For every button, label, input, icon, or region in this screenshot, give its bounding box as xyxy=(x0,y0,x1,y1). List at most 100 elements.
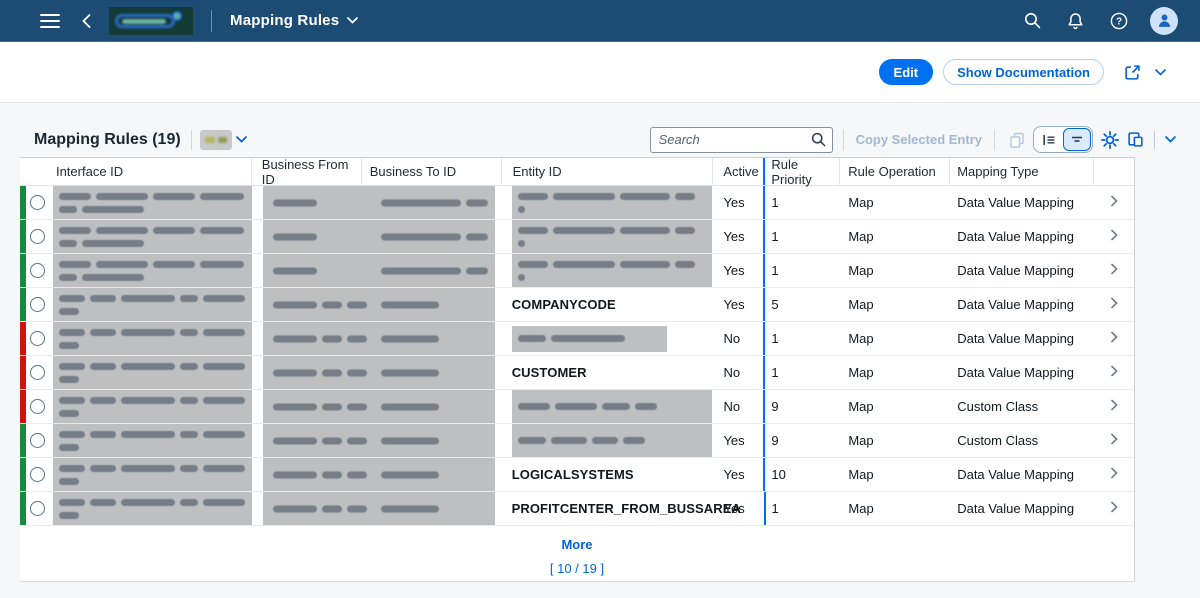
app-title-menu[interactable]: Mapping Rules xyxy=(230,12,358,29)
row-navigation-chevron-icon[interactable] xyxy=(1110,501,1118,516)
search-icon[interactable] xyxy=(1020,8,1045,33)
row-navigation-chevron-icon[interactable] xyxy=(1110,433,1118,448)
entity-id-text: LOGICALSYSTEMS xyxy=(512,467,634,482)
export-menu-chevron-icon[interactable] xyxy=(1161,133,1180,146)
table-row[interactable]: No9MapCustom Class xyxy=(20,390,1134,424)
table-row[interactable]: LOGICALSYSTEMSYes10MapData Value Mapping xyxy=(20,458,1134,492)
table-row[interactable]: Yes1MapData Value Mapping xyxy=(20,254,1134,288)
column-header-business-from-id[interactable]: Business From ID xyxy=(252,158,362,185)
cell-interface-id xyxy=(50,254,252,287)
header-actions-chevron-icon[interactable] xyxy=(1151,66,1170,79)
redaction-blobs xyxy=(59,465,246,472)
cell-select xyxy=(26,390,50,423)
table-row[interactable]: PROFITCENTER_FROM_BUSSAREAYes1MapData Va… xyxy=(20,492,1134,526)
cell-navigation xyxy=(1094,492,1134,525)
cell-mapping-type: Data Value Mapping xyxy=(950,492,1094,525)
more-button[interactable]: More xyxy=(561,537,592,552)
variant-chevron-icon[interactable] xyxy=(232,133,251,146)
cell-rule-operation: Map xyxy=(840,492,950,525)
row-navigation-chevron-icon[interactable] xyxy=(1110,297,1118,312)
collapse-groups-icon[interactable] xyxy=(1035,128,1063,151)
cell-mapping-type: Data Value Mapping xyxy=(950,220,1094,253)
row-select-radio[interactable] xyxy=(30,229,45,244)
edit-button[interactable]: Edit xyxy=(879,59,934,85)
cell-mapping-type: Data Value Mapping xyxy=(950,356,1094,389)
table-row[interactable]: Yes1MapData Value Mapping xyxy=(20,220,1134,254)
search-input[interactable] xyxy=(659,132,811,147)
column-header-active[interactable]: Active xyxy=(713,158,763,185)
cell-navigation xyxy=(1094,322,1134,355)
menu-icon[interactable] xyxy=(36,9,64,33)
row-select-radio[interactable] xyxy=(30,331,45,346)
search-field[interactable] xyxy=(650,127,833,153)
chevron-down-icon xyxy=(347,17,358,24)
user-avatar[interactable] xyxy=(1150,7,1178,35)
table-row[interactable]: Yes9MapCustom Class xyxy=(20,424,1134,458)
row-navigation-chevron-icon[interactable] xyxy=(1110,331,1118,346)
row-select-radio[interactable] xyxy=(30,297,45,312)
settings-gear-icon[interactable] xyxy=(1097,127,1123,153)
cell-entity-id: CUSTOMER xyxy=(502,356,714,389)
column-header-business-to-id[interactable]: Business To ID xyxy=(362,158,502,185)
export-icon[interactable] xyxy=(1123,127,1148,152)
row-navigation-chevron-icon[interactable] xyxy=(1110,467,1118,482)
row-select-radio[interactable] xyxy=(30,501,45,516)
cell-navigation xyxy=(1094,186,1134,219)
company-logo[interactable] xyxy=(109,7,193,35)
row-select-radio[interactable] xyxy=(30,263,45,278)
column-header-rule-priority[interactable]: Rule Priority xyxy=(763,158,840,185)
redacted-variant-chip[interactable] xyxy=(200,130,232,150)
redaction-blobs xyxy=(518,240,706,247)
copy-selected-entry-button[interactable]: Copy Selected Entry xyxy=(854,132,984,147)
redacted-interface-id xyxy=(53,186,252,219)
column-header-rule-operation[interactable]: Rule Operation xyxy=(840,158,950,185)
table-row[interactable]: COMPANYCODEYes5MapData Value Mapping xyxy=(20,288,1134,322)
cell-rule-priority: 10 xyxy=(763,458,840,491)
column-header-interface-id[interactable]: Interface ID xyxy=(50,158,252,185)
row-select-radio[interactable] xyxy=(30,433,45,448)
copy-icon[interactable] xyxy=(1005,128,1029,152)
cell-active: Yes xyxy=(714,492,764,525)
cell-active: Yes xyxy=(713,458,763,491)
search-magnifier-icon[interactable] xyxy=(811,132,826,147)
cell-rule-priority: 1 xyxy=(763,220,840,253)
row-navigation-chevron-icon[interactable] xyxy=(1110,229,1118,244)
row-navigation-chevron-icon[interactable] xyxy=(1110,399,1118,414)
column-header-mapping-type[interactable]: Mapping Type xyxy=(950,158,1094,185)
column-header-entity-id[interactable]: Entity ID xyxy=(502,158,714,185)
logo-redaction-dot xyxy=(172,11,182,21)
row-navigation-chevron-icon[interactable] xyxy=(1110,263,1118,278)
row-navigation-chevron-icon[interactable] xyxy=(1110,365,1118,380)
row-select-radio[interactable] xyxy=(30,365,45,380)
row-select-radio[interactable] xyxy=(30,399,45,414)
cell-select xyxy=(26,356,50,389)
redaction-blobs xyxy=(59,240,246,247)
cell-entity-id: PROFITCENTER_FROM_BUSSAREA xyxy=(502,492,714,525)
redaction-blobs xyxy=(518,403,706,410)
cell-interface-id xyxy=(50,356,252,389)
redaction-blobs xyxy=(381,403,439,410)
redaction-blobs xyxy=(381,471,439,478)
cell-business-from-to-id xyxy=(252,186,502,219)
redaction-blobs xyxy=(59,193,246,200)
group-mode-segmented-control xyxy=(1033,126,1093,153)
table-row[interactable]: No1MapData Value Mapping xyxy=(20,322,1134,356)
cell-business-from-to-id xyxy=(252,220,502,253)
show-documentation-button[interactable]: Show Documentation xyxy=(943,59,1104,85)
table-row[interactable]: Yes1MapData Value Mapping xyxy=(20,186,1134,220)
row-select-radio[interactable] xyxy=(30,467,45,482)
row-navigation-chevron-icon[interactable] xyxy=(1110,195,1118,210)
redacted-interface-id xyxy=(53,458,252,491)
expand-groups-icon[interactable] xyxy=(1063,128,1091,151)
notifications-bell-icon[interactable] xyxy=(1063,8,1088,34)
cell-business-from-to-id xyxy=(252,356,502,389)
row-select-radio[interactable] xyxy=(30,195,45,210)
table-row[interactable]: CUSTOMERNo1MapData Value Mapping xyxy=(20,356,1134,390)
back-icon[interactable] xyxy=(78,10,95,32)
redaction-blobs xyxy=(518,335,661,342)
redacted-interface-id xyxy=(53,492,252,525)
cell-interface-id xyxy=(50,220,252,253)
share-icon[interactable] xyxy=(1120,60,1145,85)
help-icon[interactable]: ? xyxy=(1106,8,1132,34)
cell-mapping-type: Custom Class xyxy=(950,424,1094,457)
